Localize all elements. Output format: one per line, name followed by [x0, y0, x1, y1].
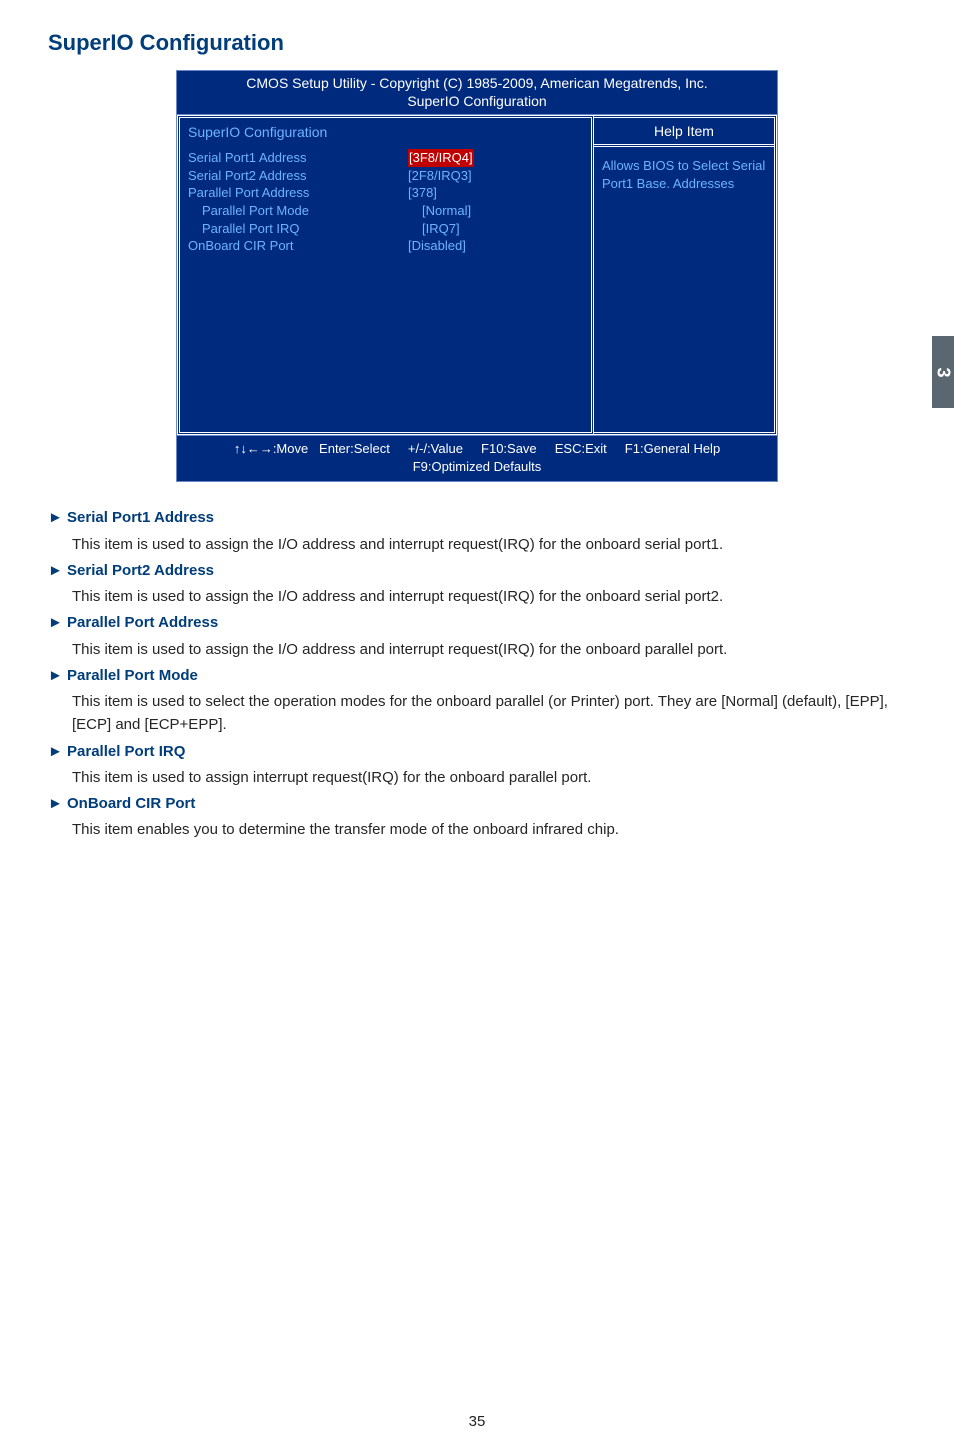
page-title: SuperIO Configuration: [48, 30, 916, 56]
bios-row[interactable]: Parallel Port IRQ [IRQ7]: [188, 220, 583, 238]
bios-row-value: [3F8/IRQ4]: [408, 149, 474, 167]
desc-heading: ► Parallel Port IRQ: [48, 740, 916, 763]
bios-footer-line2: F9:Optimized Defaults: [181, 458, 773, 476]
bios-row-value: [Normal]: [422, 202, 471, 220]
desc-text: This item enables you to determine the t…: [48, 818, 916, 841]
bios-header-line1: CMOS Setup Utility - Copyright (C) 1985-…: [181, 74, 773, 92]
bios-footer: ↑↓←→:Move Enter:Select +/-/:Value F10:Sa…: [176, 436, 778, 482]
desc-heading: ► Serial Port2 Address: [48, 559, 916, 582]
bios-row-label: OnBoard CIR Port: [188, 237, 408, 255]
bios-right-panel: Help Item Allows BIOS to Select Serial P…: [594, 115, 777, 435]
desc-heading: ► Parallel Port Mode: [48, 664, 916, 687]
desc-text: This item is used to assign the I/O addr…: [48, 585, 916, 608]
bios-row-value: [378]: [408, 184, 437, 202]
bios-row[interactable]: Parallel Port Mode [Normal]: [188, 202, 583, 220]
bios-row-label: Parallel Port IRQ: [188, 220, 422, 238]
bios-row[interactable]: Serial Port2 Address [2F8/IRQ3]: [188, 167, 583, 185]
bios-header-line2: SuperIO Configuration: [181, 92, 773, 110]
bios-row-value: [IRQ7]: [422, 220, 460, 238]
bios-help-text: Allows BIOS to Select Serial Port1 Base.…: [594, 147, 774, 202]
desc-text: This item is used to select the operatio…: [48, 690, 916, 737]
bios-row-label: Parallel Port Mode: [188, 202, 422, 220]
bios-row-value: [Disabled]: [408, 237, 466, 255]
bios-body: SuperIO Configuration Serial Port1 Addre…: [176, 114, 778, 436]
bios-screenshot: CMOS Setup Utility - Copyright (C) 1985-…: [176, 70, 778, 482]
bios-footer-line1: ↑↓←→:Move Enter:Select +/-/:Value F10:Sa…: [181, 440, 773, 458]
side-tab: 3: [932, 336, 954, 408]
description-block: ► Serial Port1 Address This item is used…: [48, 506, 916, 841]
bios-row[interactable]: OnBoard CIR Port [Disabled]: [188, 237, 583, 255]
bios-row-label: Serial Port1 Address: [188, 149, 408, 167]
bios-section-title: SuperIO Configuration: [188, 124, 583, 140]
bios-row[interactable]: Parallel Port Address [378]: [188, 184, 583, 202]
page-number: 35: [0, 1413, 954, 1430]
side-tab-label: 3: [932, 367, 953, 377]
desc-text: This item is used to assign the I/O addr…: [48, 638, 916, 661]
bios-left-panel: SuperIO Configuration Serial Port1 Addre…: [177, 115, 594, 435]
desc-heading: ► Serial Port1 Address: [48, 506, 916, 529]
bios-header: CMOS Setup Utility - Copyright (C) 1985-…: [176, 70, 778, 114]
page-content: SuperIO Configuration CMOS Setup Utility…: [0, 0, 954, 842]
bios-row-label: Serial Port2 Address: [188, 167, 408, 185]
bios-row-value: [2F8/IRQ3]: [408, 167, 472, 185]
desc-text: This item is used to assign interrupt re…: [48, 766, 916, 789]
desc-text: This item is used to assign the I/O addr…: [48, 533, 916, 556]
bios-row-label: Parallel Port Address: [188, 184, 408, 202]
desc-heading: ► OnBoard CIR Port: [48, 792, 916, 815]
desc-heading: ► Parallel Port Address: [48, 611, 916, 634]
bios-row[interactable]: Serial Port1 Address [3F8/IRQ4]: [188, 149, 583, 167]
bios-help-header: Help Item: [594, 118, 774, 147]
